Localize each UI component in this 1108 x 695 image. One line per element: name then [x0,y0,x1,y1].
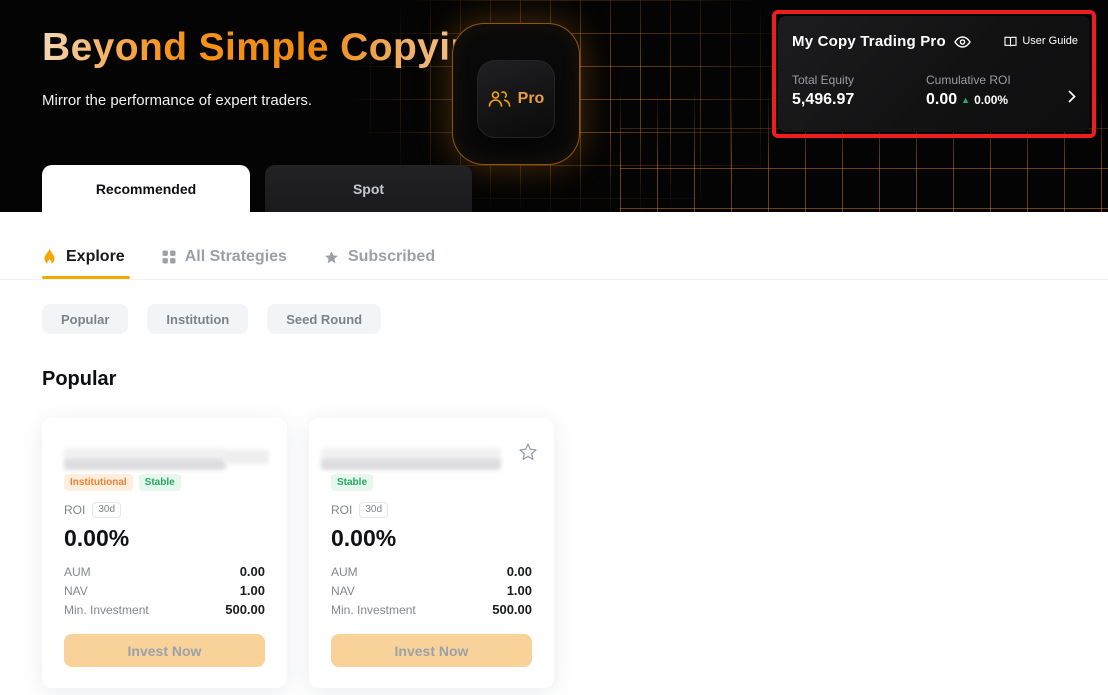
chip-seed-round[interactable]: Seed Round [267,304,381,334]
redacted-strategy-meta [223,450,269,464]
chip-popular[interactable]: Popular [42,304,128,334]
tab-all-strategies[interactable]: All Strategies [162,248,287,266]
tab-explore[interactable]: Explore [42,248,125,266]
strategy-card[interactable]: Institutional Stable ROI 30d 0.00% AUM 0… [42,418,287,688]
tab-all-strategies-label: All Strategies [185,248,287,266]
pro-badge-label: Pro [518,90,545,108]
tag-institutional: Institutional [64,474,133,491]
roi-up-triangle-icon: ▲ [961,96,970,105]
roi-label: ROI [64,503,85,517]
stat-row-aum: AUM 0.00 [64,562,265,581]
pro-badge: Pro [452,23,580,165]
book-icon [1004,36,1017,47]
cumulative-roi-stat: Cumulative ROI 0.00 ▲ 0.00% [926,73,1011,109]
user-guide-label: User Guide [1022,35,1078,47]
stat-row-min-investment: Min. Investment 500.00 [331,600,532,619]
tab-subscribed[interactable]: Subscribed [324,248,435,266]
favorite-star-icon[interactable] [518,442,538,462]
my-copy-trading-panel[interactable]: My Copy Trading Pro User Guide [778,16,1090,132]
total-equity-value: 5,496.97 [792,91,854,109]
tag-stable: Stable [139,474,181,491]
stat-row-nav: NAV 1.00 [64,581,265,600]
cumulative-roi-change: 0.00% [974,93,1008,107]
stat-row-aum: AUM 0.00 [331,562,532,581]
page-subtitle: Mirror the performance of expert traders… [42,92,312,109]
strategy-nav-tabs: Explore All Strategies [42,248,435,266]
redacted-strategy-name [64,448,226,470]
pro-badge-logo: Pro [477,60,555,138]
main-content: Explore All Strategies [0,212,1108,695]
tag-stable: Stable [331,474,373,491]
copy-person-icon [488,90,512,108]
roi-label: ROI [331,503,352,517]
eye-icon[interactable] [954,36,971,48]
chevron-right-icon[interactable] [1068,90,1076,108]
filter-chips: Popular Institution Seed Round [42,304,381,334]
section-title: Popular [42,368,116,391]
roi-value: 0.00% [64,525,129,552]
invest-now-button[interactable]: Invest Now [64,634,265,667]
tab-explore-label: Explore [66,248,125,266]
strategy-card[interactable]: Stable ROI 30d 0.00% AUM 0.00 NAV 1.00 [309,418,554,688]
panel-title: My Copy Trading Pro [792,33,946,50]
tab-spot[interactable]: Spot [265,165,472,212]
roi-period-badge: 30d [92,502,121,518]
roi-value: 0.00% [331,525,396,552]
grid-icon [162,250,176,264]
user-guide-link[interactable]: User Guide [1004,35,1078,47]
cumulative-roi-label: Cumulative ROI [926,73,1011,87]
total-equity-label: Total Equity [792,73,854,87]
stat-row-min-investment: Min. Investment 500.00 [64,600,265,619]
flame-icon [42,248,57,266]
tab-subscribed-label: Subscribed [348,248,435,266]
tab-recommended[interactable]: Recommended [42,165,250,212]
tabs-divider [0,279,1108,280]
star-icon [324,250,339,265]
redacted-strategy-name [321,448,501,470]
hero-header: Beyond Simple Copying Mirror the perform… [0,0,1108,212]
chip-institution[interactable]: Institution [147,304,248,334]
strategy-cards: Institutional Stable ROI 30d 0.00% AUM 0… [42,418,554,688]
invest-now-button[interactable]: Invest Now [331,634,532,667]
copy-trading-page: Beyond Simple Copying Mirror the perform… [0,0,1108,695]
total-equity-stat: Total Equity 5,496.97 [792,73,854,109]
cumulative-roi-value: 0.00 [926,91,957,109]
stat-row-nav: NAV 1.00 [331,581,532,600]
roi-period-badge: 30d [359,502,388,518]
page-title: Beyond Simple Copying [42,26,499,70]
